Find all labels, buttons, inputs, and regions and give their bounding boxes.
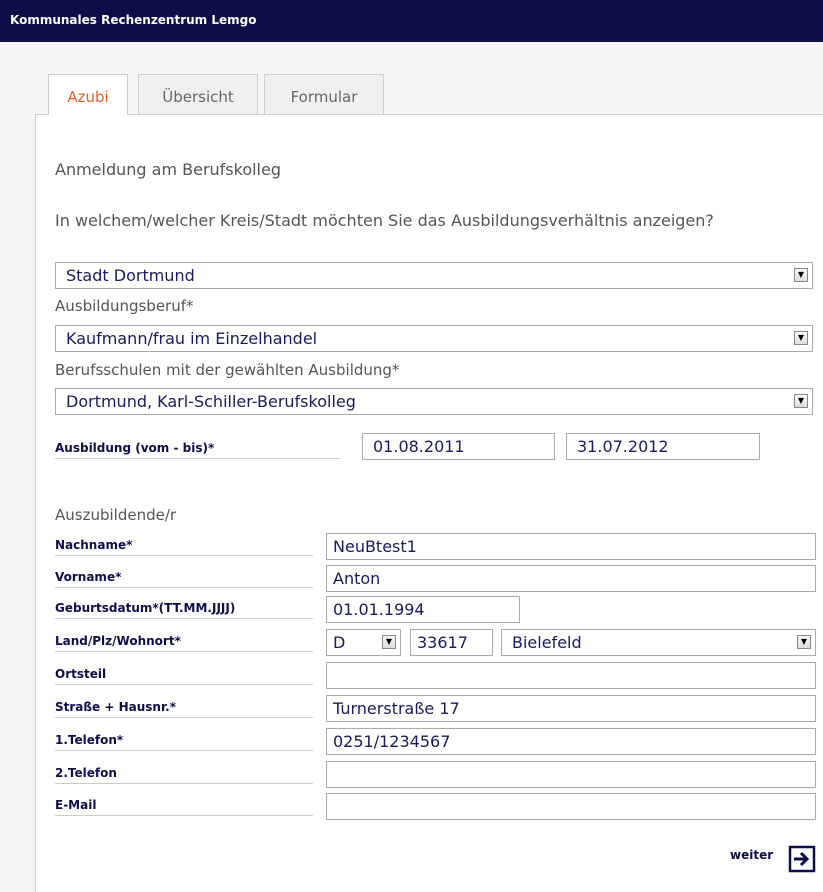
tab-formular[interactable]: Formular (264, 74, 384, 114)
land-select[interactable]: D ▼ (326, 629, 401, 656)
ausbildung-from-input[interactable]: 01.08.2011 (362, 433, 555, 460)
telefon2-label: 2.Telefon (55, 766, 313, 784)
beruf-label: Ausbildungsberuf* (55, 297, 194, 315)
plz-input[interactable]: 33617 (410, 629, 493, 656)
tab-uebersicht[interactable]: Übersicht (138, 74, 258, 114)
chevron-down-icon[interactable]: ▼ (797, 635, 811, 649)
schule-select-value: Dortmund, Karl-Schiller-Berufskolleg (66, 392, 356, 411)
land-select-value: D (333, 633, 346, 652)
land-plz-ort-label: Land/Plz/Wohnort* (55, 634, 313, 652)
kreis-select-value: Stadt Dortmund (66, 266, 195, 285)
kreis-select[interactable]: Stadt Dortmund ▼ (55, 262, 813, 289)
email-label: E-Mail (55, 798, 313, 816)
header-bar: Kommunales Rechenzentrum Lemgo (0, 0, 823, 42)
chevron-down-icon[interactable]: ▼ (382, 635, 396, 649)
chevron-down-icon[interactable]: ▼ (794, 394, 808, 408)
ortsteil-label: Ortsteil (55, 667, 313, 685)
beruf-select[interactable]: Kaufmann/frau im Einzelhandel ▼ (55, 325, 813, 352)
section-title-anmeldung: Anmeldung am Berufskolleg (55, 160, 281, 179)
vorname-label: Vorname* (55, 570, 313, 588)
geburtsdatum-label: Geburtsdatum*(TT.MM.JJJJ) (55, 601, 313, 619)
strasse-input[interactable]: Turnerstraße 17 (326, 695, 816, 722)
kreis-question: In welchem/welcher Kreis/Stadt möchten S… (55, 211, 714, 230)
tab-azubi[interactable]: Azubi (48, 74, 128, 115)
beruf-select-value: Kaufmann/frau im Einzelhandel (66, 329, 318, 348)
section-title-auszubildende: Auszubildende/r (55, 506, 177, 524)
strasse-label: Straße + Hausnr.* (55, 700, 313, 718)
telefon2-input[interactable] (326, 761, 816, 788)
weiter-link[interactable]: weiter (730, 848, 773, 862)
chevron-down-icon[interactable]: ▼ (794, 331, 808, 345)
wohnort-select-value: Bielefeld (512, 633, 582, 652)
arrow-right-icon[interactable] (788, 845, 816, 873)
nachname-label: Nachname* (55, 538, 313, 556)
geburtsdatum-input[interactable]: 01.01.1994 (326, 596, 520, 623)
ortsteil-input[interactable] (326, 662, 816, 689)
schule-label: Berufsschulen mit der gewählten Ausbildu… (55, 361, 400, 379)
ausbildung-label: Ausbildung (vom - bis)* (55, 441, 340, 459)
chevron-down-icon[interactable]: ▼ (794, 268, 808, 282)
app-title: Kommunales Rechenzentrum Lemgo (10, 13, 257, 27)
nachname-input[interactable]: NeuBtest1 (326, 533, 816, 560)
wohnort-select[interactable]: Bielefeld ▼ (501, 629, 816, 656)
ausbildung-to-input[interactable]: 31.07.2012 (566, 433, 760, 460)
schule-select[interactable]: Dortmund, Karl-Schiller-Berufskolleg ▼ (55, 388, 813, 415)
email-input[interactable] (326, 793, 816, 820)
telefon1-label: 1.Telefon* (55, 733, 313, 751)
vorname-input[interactable]: Anton (326, 565, 816, 592)
telefon1-input[interactable]: 0251/1234567 (326, 728, 816, 755)
